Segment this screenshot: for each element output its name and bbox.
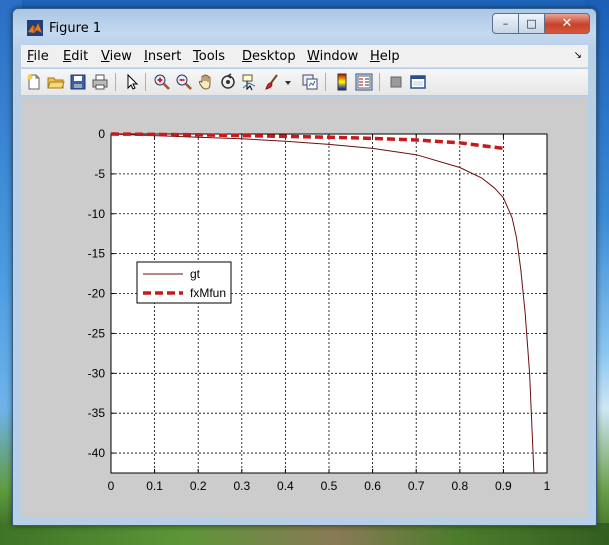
y-tick-label: -5 — [94, 167, 105, 181]
menu-help[interactable]: Help — [370, 49, 400, 64]
menu-desktop[interactable]: Desktop — [242, 49, 296, 64]
menu-insert[interactable]: Insert — [144, 49, 181, 64]
maximize-button[interactable]: □ — [519, 13, 545, 34]
desktop-background-bottom — [0, 523, 609, 545]
menu-bar: File Edit View Insert Tools Desktop Wind… — [21, 45, 588, 68]
y-tick-label: -40 — [88, 446, 106, 460]
figure-toolbar — [21, 69, 588, 96]
print-icon[interactable] — [91, 73, 109, 91]
plot-area: 0 0.1 0.2 0.3 0.4 0.5 0.6 0.7 0.8 0.9 1 0 -5 -10 -15 -… — [88, 127, 551, 493]
open-file-icon[interactable] — [47, 73, 65, 91]
x-tick-label: 0.9 — [495, 479, 512, 493]
x-tick-label: 0.5 — [321, 479, 338, 493]
x-tick-label: 1 — [544, 479, 551, 493]
x-tick-labels: 0 0.1 0.2 0.3 0.4 0.5 0.6 0.7 0.8 0.9 1 — [108, 479, 551, 493]
legend[interactable]: gt fxMfun — [136, 261, 232, 304]
hide-plot-tools-icon[interactable] — [387, 73, 405, 91]
y-tick-label: -10 — [88, 207, 106, 221]
toolbar-separator — [379, 73, 380, 91]
link-plot-icon[interactable] — [301, 73, 319, 91]
matlab-logo-icon — [27, 20, 43, 36]
x-tick-label: 0.6 — [364, 479, 381, 493]
brush-dropdown-icon[interactable] — [283, 73, 293, 91]
y-tick-label: 0 — [98, 127, 105, 141]
brush-icon[interactable] — [263, 73, 281, 91]
x-tick-label: 0.1 — [146, 479, 163, 493]
x-tick-label: 0.4 — [277, 479, 294, 493]
menu-edit[interactable]: Edit — [63, 49, 88, 64]
legend-label-gt: gt — [190, 267, 201, 281]
menu-tools[interactable]: Tools — [193, 49, 225, 64]
menu-overflow-arrow-icon[interactable]: ↘ — [574, 50, 582, 61]
x-tick-label: 0.8 — [451, 479, 468, 493]
pointer-icon[interactable] — [123, 73, 141, 91]
y-tick-label: -35 — [88, 406, 106, 420]
y-tick-label: -30 — [88, 366, 106, 380]
show-plot-tools-icon[interactable] — [409, 73, 427, 91]
figure-window: Figure 1 – □ ✕ File Edit View Insert Too… — [12, 8, 597, 526]
y-tick-labels: 0 -5 -10 -15 -20 -25 -30 -35 -40 — [88, 127, 106, 460]
window-title: Figure 1 — [49, 21, 102, 36]
close-button[interactable]: ✕ — [545, 13, 590, 34]
toolbar-separator — [145, 73, 146, 91]
y-tick-label: -15 — [88, 247, 106, 261]
toolbar-separator — [115, 73, 116, 91]
rotate-3d-icon[interactable] — [219, 73, 237, 91]
x-tick-label: 0.2 — [190, 479, 207, 493]
window-controls: – □ ✕ — [492, 13, 590, 34]
new-figure-icon[interactable] — [25, 73, 43, 91]
x-tick-label: 0 — [108, 479, 115, 493]
menu-view[interactable]: View — [101, 49, 132, 64]
zoom-in-icon[interactable] — [153, 73, 171, 91]
figure-canvas: 0 0.1 0.2 0.3 0.4 0.5 0.6 0.7 0.8 0.9 1 0 -5 -10 -15 -… — [21, 97, 588, 517]
pan-hand-icon[interactable] — [197, 73, 215, 91]
x-tick-label: 0.3 — [233, 479, 250, 493]
colorbar-icon[interactable] — [333, 73, 351, 91]
data-cursor-icon[interactable] — [241, 73, 259, 91]
menu-window[interactable]: Window — [307, 49, 358, 64]
minimize-button[interactable]: – — [492, 13, 519, 34]
menu-file[interactable]: File — [27, 49, 49, 64]
y-tick-label: -20 — [88, 287, 106, 301]
legend-label-fxmfun: fxMfun — [190, 286, 226, 300]
legend-icon[interactable] — [355, 73, 373, 91]
x-tick-label: 0.7 — [408, 479, 425, 493]
y-tick-label: -25 — [88, 326, 106, 340]
save-icon[interactable] — [69, 73, 87, 91]
zoom-out-icon[interactable] — [175, 73, 193, 91]
toolbar-separator — [325, 73, 326, 91]
title-bar[interactable]: Figure 1 – □ ✕ — [13, 9, 596, 39]
